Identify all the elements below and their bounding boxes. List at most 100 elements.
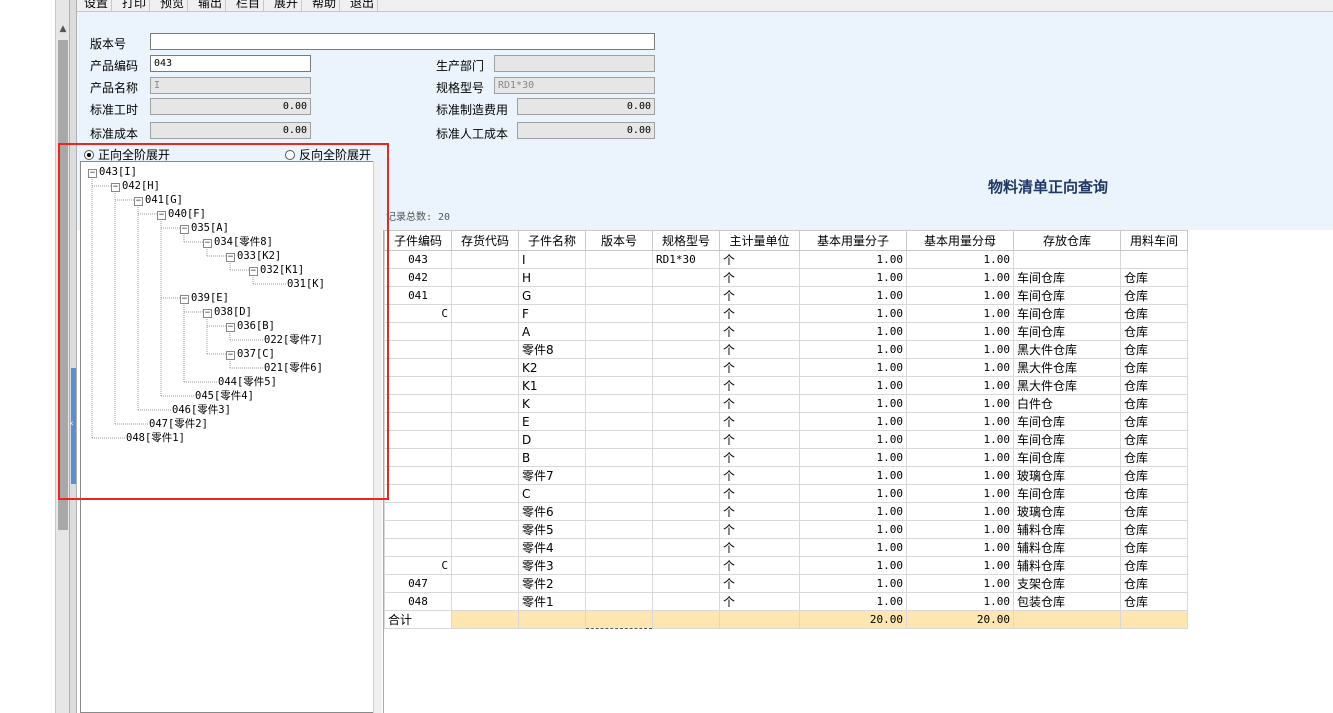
table-cell[interactable]: 1.00 [906, 538, 1014, 557]
table-row[interactable]: 048 零件1 个 1.00 1.00 包装仓库 仓库 [384, 592, 1188, 611]
tree-node-label[interactable]: 034[零件8] [214, 236, 273, 248]
table-cell[interactable]: 1.00 [799, 394, 907, 413]
collapse-toggle-icon[interactable]: − [88, 169, 97, 178]
tree-node[interactable]: 046[零件3] [172, 404, 231, 416]
tree-node-label[interactable]: 038[D] [214, 306, 252, 318]
table-row[interactable]: 零件6 个 1.00 1.00 玻璃仓库 仓库 [384, 502, 1188, 521]
menu-item-0[interactable]: 设置 [81, 0, 113, 11]
table-cell[interactable] [585, 250, 653, 269]
table-cell[interactable] [585, 556, 653, 575]
table-cell[interactable]: 1.00 [906, 412, 1014, 431]
table-cell[interactable]: 玻璃仓库 [1013, 502, 1121, 521]
table-cell[interactable]: 玻璃仓库 [1013, 466, 1121, 485]
tree-vertical-scrollbar[interactable] [373, 161, 382, 713]
table-cell[interactable] [384, 358, 452, 377]
table-cell[interactable] [451, 592, 519, 611]
table-cell[interactable] [585, 484, 653, 503]
tree-node-label[interactable]: 040[F] [168, 208, 206, 220]
table-cell[interactable]: I [518, 250, 586, 269]
table-cell[interactable]: K [518, 394, 586, 413]
tree-node-label[interactable]: 048[零件1] [126, 432, 185, 444]
table-cell[interactable] [585, 358, 653, 377]
tree-node[interactable]: −035[A] [180, 222, 229, 234]
collapse-toggle-icon[interactable]: − [249, 267, 258, 276]
table-cell[interactable]: 1.00 [906, 466, 1014, 485]
table-cell[interactable] [451, 250, 519, 269]
table-cell[interactable] [384, 520, 452, 539]
table-cell[interactable] [451, 286, 519, 305]
table-cell[interactable]: 1.00 [799, 250, 907, 269]
table-cell[interactable] [585, 376, 653, 395]
table-cell[interactable]: 1.00 [906, 322, 1014, 341]
tree-node[interactable]: −042[H] [111, 180, 160, 192]
tree-node[interactable]: −040[F] [157, 208, 206, 220]
table-cell[interactable]: 1.00 [906, 268, 1014, 287]
table-cell[interactable]: 仓库 [1120, 574, 1188, 593]
table-cell[interactable] [585, 538, 653, 557]
table-cell[interactable] [652, 358, 720, 377]
table-cell[interactable] [451, 412, 519, 431]
table-cell[interactable]: 车间仓库 [1013, 484, 1121, 503]
table-cell[interactable]: 包装仓库 [1013, 592, 1121, 611]
table-cell[interactable]: 零件7 [518, 466, 586, 485]
table-cell[interactable] [652, 430, 720, 449]
collapse-toggle-icon[interactable]: − [226, 323, 235, 332]
table-cell[interactable]: 1.00 [799, 358, 907, 377]
table-cell[interactable]: A [518, 322, 586, 341]
tree-node[interactable]: −038[D] [203, 306, 252, 318]
table-cell[interactable]: 1.00 [799, 484, 907, 503]
table-row[interactable]: K1 个 1.00 1.00 黑大件仓库 仓库 [384, 376, 1188, 395]
table-cell[interactable] [585, 304, 653, 323]
table-cell[interactable] [652, 574, 720, 593]
table-row[interactable]: 042 H 个 1.00 1.00 车间仓库 仓库 [384, 268, 1188, 287]
table-cell[interactable] [451, 520, 519, 539]
total-cell[interactable] [585, 610, 653, 629]
table-cell[interactable]: 1.00 [799, 502, 907, 521]
column-header[interactable]: 子件编码 [384, 230, 452, 251]
collapse-toggle-icon[interactable]: − [226, 253, 235, 262]
column-header[interactable]: 存放仓库 [1013, 230, 1121, 251]
table-cell[interactable] [1013, 250, 1121, 269]
table-cell[interactable]: 仓库 [1120, 520, 1188, 539]
tree-node[interactable]: 021[零件6] [264, 362, 323, 374]
table-cell[interactable]: 零件8 [518, 340, 586, 359]
table-row[interactable]: 047 零件2 个 1.00 1.00 支架仓库 仓库 [384, 574, 1188, 593]
table-cell[interactable] [1120, 250, 1188, 269]
table-cell[interactable]: 辅料仓库 [1013, 520, 1121, 539]
tree-node-label[interactable]: 041[G] [145, 194, 183, 206]
table-cell[interactable]: 零件3 [518, 556, 586, 575]
table-cell[interactable]: 车间仓库 [1013, 304, 1121, 323]
table-cell[interactable]: 仓库 [1120, 340, 1188, 359]
table-row[interactable]: 零件4 个 1.00 1.00 辅料仓库 仓库 [384, 538, 1188, 557]
table-cell[interactable] [451, 268, 519, 287]
table-cell[interactable]: B [518, 448, 586, 467]
table-cell[interactable]: 个 [719, 268, 800, 287]
table-cell[interactable]: 仓库 [1120, 322, 1188, 341]
table-cell[interactable] [585, 502, 653, 521]
tree-node[interactable]: −036[B] [226, 320, 275, 332]
table-cell[interactable]: 车间仓库 [1013, 430, 1121, 449]
table-cell[interactable]: 仓库 [1120, 358, 1188, 377]
table-row[interactable]: 零件8 个 1.00 1.00 黑大件仓库 仓库 [384, 340, 1188, 359]
outer-vertical-scrollbar[interactable]: ▲ [55, 0, 69, 713]
collapse-toggle-icon[interactable]: − [134, 197, 143, 206]
table-cell[interactable]: 仓库 [1120, 412, 1188, 431]
table-cell[interactable] [451, 466, 519, 485]
table-cell[interactable] [451, 376, 519, 395]
table-cell[interactable]: 个 [719, 448, 800, 467]
table-row[interactable]: D 个 1.00 1.00 车间仓库 仓库 [384, 430, 1188, 449]
table-cell[interactable]: 1.00 [906, 574, 1014, 593]
table-cell[interactable]: 1.00 [799, 448, 907, 467]
table-cell[interactable]: 1.00 [906, 358, 1014, 377]
table-cell[interactable]: 零件5 [518, 520, 586, 539]
table-cell[interactable]: 个 [719, 358, 800, 377]
table-cell[interactable] [652, 412, 720, 431]
bom-tree-panel[interactable]: −043[I] −042[H] −041[G] −040[F] −035[A] −034[… [80, 161, 382, 713]
table-cell[interactable] [585, 286, 653, 305]
table-cell[interactable]: 个 [719, 538, 800, 557]
table-cell[interactable]: 1.00 [906, 250, 1014, 269]
tree-node-label[interactable]: 037[C] [237, 348, 275, 360]
tree-node-label[interactable]: 021[零件6] [264, 362, 323, 374]
tree-node[interactable]: 048[零件1] [126, 432, 185, 444]
table-cell[interactable]: H [518, 268, 586, 287]
